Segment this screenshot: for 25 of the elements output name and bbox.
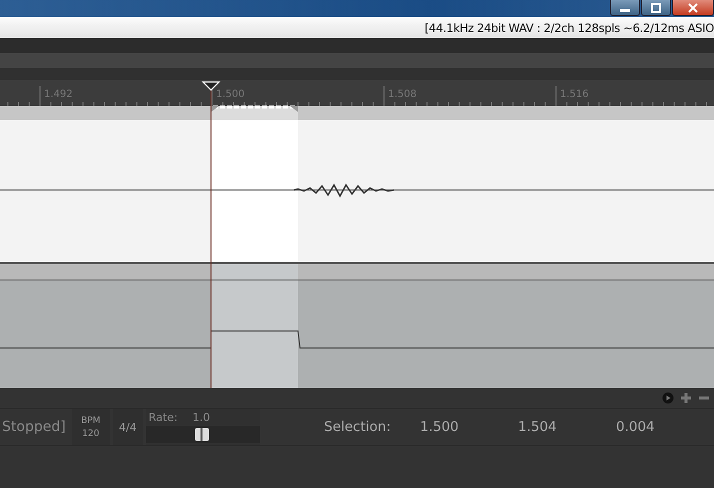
restore-icon [650, 2, 662, 12]
rate-slider-thumb[interactable] [194, 428, 209, 441]
restore-button[interactable] [641, 0, 671, 16]
plus-icon[interactable] [680, 392, 692, 404]
minimize-button[interactable] [610, 0, 640, 16]
time-signature-value[interactable]: 4/4 [118, 420, 137, 434]
ruler-label: 1.508 [388, 89, 417, 100]
close-icon [687, 2, 699, 12]
bpm-value[interactable]: 120 [82, 428, 100, 438]
bpm-label: BPM [81, 416, 100, 426]
rate-value: 1.0 [192, 411, 210, 424]
transport-state: Stopped] [2, 419, 66, 435]
minimize-icon [620, 8, 630, 12]
ruler-label: 1.492 [44, 89, 73, 100]
selection-handle[interactable] [211, 106, 298, 120]
selection-start: 1.500 [420, 419, 460, 435]
close-button[interactable] [672, 0, 714, 16]
rate-label: Rate: [148, 411, 178, 424]
ruler-label: 1.516 [560, 89, 589, 100]
play-icon[interactable] [662, 392, 674, 404]
selection-end: 1.504 [518, 419, 558, 435]
selection-length: 0.004 [616, 419, 656, 435]
ruler-label: 1.500 [216, 89, 245, 100]
selection-label: Selection: [324, 419, 392, 435]
audio-format-status: [44.1kHz 24bit WAV : 2/2ch 128spls ~6.2/12ms ASIO [424, 20, 714, 34]
